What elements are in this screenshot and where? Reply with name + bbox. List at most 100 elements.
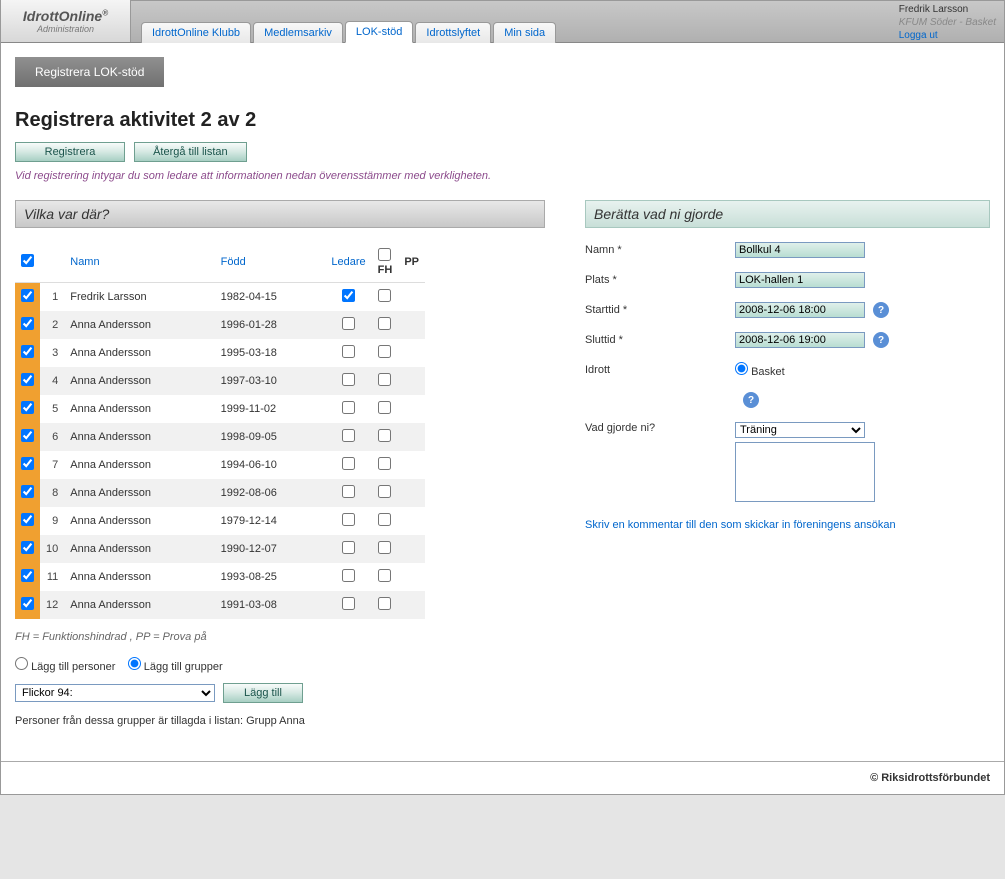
row-leader-checkbox[interactable] [342,345,355,358]
subtab[interactable]: Registrera LOK-stöd [15,57,164,87]
app-window: IdrottOnline® Administration IdrottOnlin… [0,0,1005,795]
table-row: 9Anna Andersson1979-12-14 [15,507,425,535]
row-leader-checkbox[interactable] [342,597,355,610]
add-persons-radio[interactable]: Lägg till personer [15,661,115,673]
tab-idrottonline-klubb[interactable]: IdrottOnline Klubb [141,22,251,43]
row-leader-checkbox[interactable] [342,401,355,414]
row-index: 3 [40,339,64,367]
select-all-checkbox[interactable] [21,254,34,267]
help-icon[interactable]: ? [743,392,759,408]
activity-textarea[interactable] [735,442,875,502]
row-select-checkbox[interactable] [21,569,34,582]
row-select-checkbox[interactable] [21,457,34,470]
row-select-checkbox[interactable] [21,485,34,498]
row-fh-checkbox[interactable] [378,429,391,442]
page-title: Registrera aktivitet 2 av 2 [15,109,990,132]
table-row: 1Fredrik Larsson1982-04-15 [15,283,425,312]
row-fh-checkbox[interactable] [378,485,391,498]
row-leader-checkbox[interactable] [342,569,355,582]
attendance-table: Namn Född Ledare FH PP 1Fredrik Larsson1… [15,242,425,619]
add-button[interactable]: Lägg till [223,683,303,703]
place-input[interactable] [735,272,865,288]
row-leader-checkbox[interactable] [342,541,355,554]
row-select-checkbox[interactable] [21,373,34,386]
table-row: 3Anna Andersson1995-03-18 [15,339,425,367]
row-select-checkbox[interactable] [21,513,34,526]
back-button[interactable]: Återgå till listan [134,142,247,162]
row-select-checkbox[interactable] [21,289,34,302]
col-leader[interactable]: Ledare [325,242,371,283]
row-leader-checkbox[interactable] [342,513,355,526]
user-org: KFUM Söder - Basket [899,16,996,29]
row-index: 2 [40,311,64,339]
row-leader-checkbox[interactable] [342,289,355,302]
row-select-checkbox[interactable] [21,401,34,414]
add-groups-radio[interactable]: Lägg till grupper [128,661,223,673]
row-name: Anna Andersson [64,535,214,563]
tab-medlemsarkiv[interactable]: Medlemsarkiv [253,22,343,43]
row-fh-checkbox[interactable] [378,289,391,302]
activity-select[interactable]: Träning [735,422,865,438]
name-input[interactable] [735,242,865,258]
row-index: 7 [40,451,64,479]
row-fh-checkbox[interactable] [378,457,391,470]
table-row: 12Anna Andersson1991-03-08 [15,591,425,619]
row-leader-checkbox[interactable] [342,457,355,470]
row-leader-checkbox[interactable] [342,373,355,386]
row-leader-checkbox[interactable] [342,317,355,330]
fh-all-checkbox[interactable] [378,248,391,261]
row-fh-checkbox[interactable] [378,541,391,554]
user-box: Fredrik Larsson KFUM Söder - Basket Logg… [899,3,996,42]
row-born: 1979-12-14 [215,507,326,535]
page: Registrera LOK-stöd Registrera aktivitet… [1,43,1004,741]
row-born: 1995-03-18 [215,339,326,367]
tab-idrottslyftet[interactable]: Idrottslyftet [415,22,491,43]
row-fh-checkbox[interactable] [378,373,391,386]
row-fh-checkbox[interactable] [378,569,391,582]
row-born: 1982-04-15 [215,283,326,312]
tab-min-sida[interactable]: Min sida [493,22,556,43]
row-select-checkbox[interactable] [21,597,34,610]
row-fh-checkbox[interactable] [378,513,391,526]
help-icon[interactable]: ? [873,332,889,348]
logout-link[interactable]: Logga ut [899,29,996,42]
row-leader-checkbox[interactable] [342,429,355,442]
row-fh-checkbox[interactable] [378,401,391,414]
row-born: 1999-11-02 [215,395,326,423]
start-input[interactable] [735,302,865,318]
row-born: 1996-01-28 [215,311,326,339]
col-born[interactable]: Född [215,242,326,283]
table-row: 7Anna Andersson1994-06-10 [15,451,425,479]
row-select-checkbox[interactable] [21,429,34,442]
row-index: 11 [40,563,64,591]
row-select-checkbox[interactable] [21,345,34,358]
label-name: Namn * [585,244,735,256]
added-groups-note: Personer från dessa grupper är tillagda … [15,715,545,727]
row-fh-checkbox[interactable] [378,345,391,358]
comment-link[interactable]: Skriv en kommentar till den som skickar … [585,519,945,531]
col-name[interactable]: Namn [64,242,214,283]
register-button[interactable]: Registrera [15,142,125,162]
row-name: Anna Andersson [64,367,214,395]
user-name: Fredrik Larsson [899,3,996,16]
footer: © Riksidrottsförbundet [1,761,1004,794]
table-row: 10Anna Andersson1990-12-07 [15,535,425,563]
help-icon[interactable]: ? [873,302,889,318]
label-what: Vad gjorde ni? [585,422,735,434]
row-name: Fredrik Larsson [64,283,214,312]
row-born: 1991-03-08 [215,591,326,619]
row-select-checkbox[interactable] [21,317,34,330]
row-fh-checkbox[interactable] [378,317,391,330]
registration-note: Vid registrering intygar du som ledare a… [15,170,990,182]
group-select[interactable]: Flickor 94: [15,684,215,702]
sport-radio[interactable]: Basket [735,362,785,378]
attendance-header: Vilka var där? [15,200,545,228]
topbar: IdrottOnline® Administration IdrottOnlin… [1,1,1004,43]
row-select-checkbox[interactable] [21,541,34,554]
activity-header: Berätta vad ni gjorde [585,200,990,228]
tab-lok-stöd[interactable]: LOK-stöd [345,21,413,43]
row-leader-checkbox[interactable] [342,485,355,498]
row-name: Anna Andersson [64,311,214,339]
end-input[interactable] [735,332,865,348]
row-fh-checkbox[interactable] [378,597,391,610]
